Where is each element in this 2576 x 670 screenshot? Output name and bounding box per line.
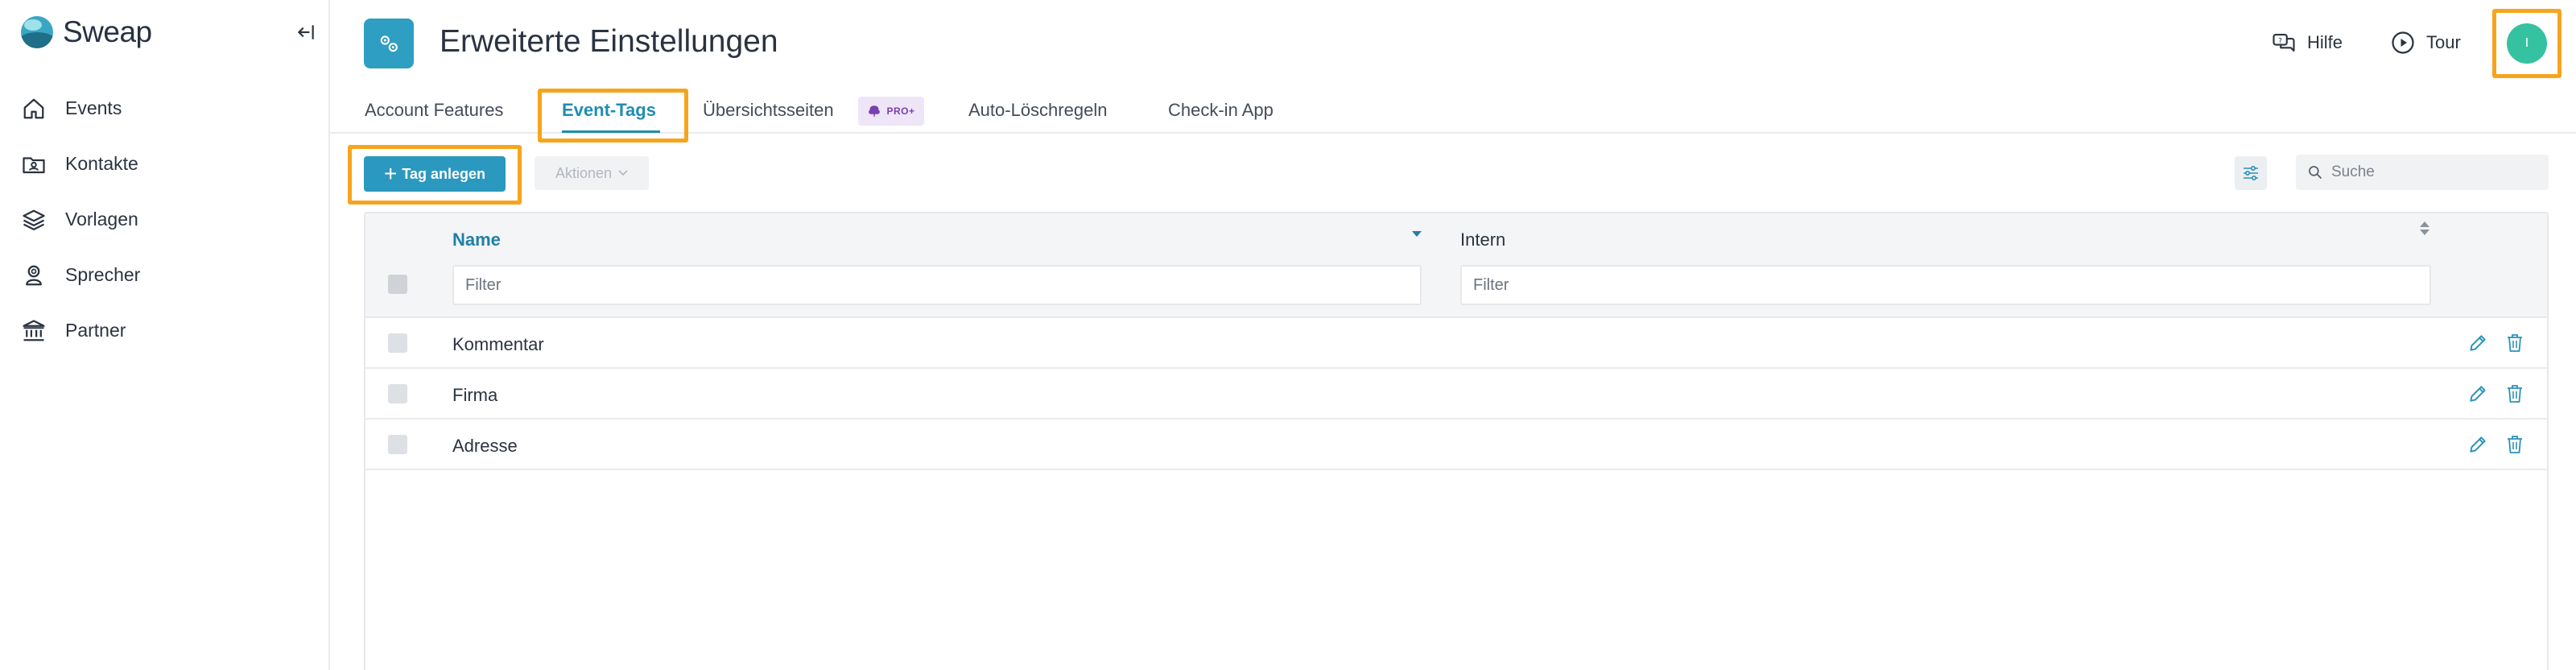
delete-icon[interactable]	[2504, 383, 2526, 405]
edit-icon[interactable]	[2467, 332, 2489, 354]
layers-icon	[21, 207, 47, 233]
contacts-icon	[21, 151, 47, 177]
row-name: Adresse	[452, 436, 518, 456]
sidebar-item-label: Events	[65, 97, 122, 118]
svg-text:?: ?	[2278, 37, 2282, 45]
plus-icon: +	[383, 161, 398, 186]
tab-highlight-frame	[538, 89, 688, 143]
sidebar-item-events[interactable]: Events	[21, 81, 140, 136]
sidebar-item-vorlagen[interactable]: Vorlagen	[21, 192, 140, 247]
sidebar-nav: Events Kontakte Vorlagen Sprecher Partne…	[21, 81, 140, 358]
tab-account-features[interactable]: Account Features	[365, 100, 503, 121]
tab-uebersichtsseiten[interactable]: Übersichtsseiten	[703, 100, 834, 121]
brand-name: Sweap	[63, 15, 152, 48]
tab-auto-loeschregeln[interactable]: Auto-Löschregeln	[968, 100, 1107, 121]
sort-icon[interactable]	[2420, 221, 2429, 235]
settings-gears-icon	[364, 19, 414, 68]
row-name: Kommentar	[452, 334, 544, 354]
tab-check-in-app[interactable]: Check-in App	[1168, 100, 1274, 121]
table-row: Adresse	[365, 420, 2547, 470]
sidebar-item-label: Vorlagen	[65, 209, 138, 230]
sort-desc-icon[interactable]	[1412, 231, 1422, 237]
table-row: Firma	[365, 369, 2547, 420]
sidebar-item-kontakte[interactable]: Kontakte	[21, 136, 140, 192]
speaker-icon	[21, 263, 47, 288]
search-input[interactable]	[2331, 163, 2541, 181]
avatar[interactable]: I	[2507, 23, 2547, 64]
sidebar-item-partner[interactable]: Partner	[21, 303, 140, 358]
actions-dropdown[interactable]: Aktionen	[535, 156, 649, 190]
tour-button[interactable]: Tour	[2391, 29, 2461, 56]
sidebar: Sweap Events Kontakte Vorlagen Sprecher …	[0, 0, 330, 670]
table-header: Name Intern	[365, 213, 2547, 318]
row-checkbox[interactable]	[388, 333, 407, 353]
page-title: Erweiterte Einstellungen	[440, 24, 778, 59]
tour-label: Tour	[2426, 32, 2461, 52]
play-circle-icon	[2392, 31, 2414, 54]
column-settings-button[interactable]	[2235, 156, 2267, 190]
help-label: Hilfe	[2307, 32, 2343, 52]
column-header-name[interactable]: Name	[452, 230, 501, 250]
sweap-logo-icon	[21, 16, 53, 48]
help-button[interactable]: ? Hilfe	[2272, 29, 2343, 56]
row-checkbox[interactable]	[388, 384, 407, 403]
pro-badge: PRO+	[858, 97, 924, 126]
sidebar-item-label: Kontakte	[65, 153, 138, 174]
chevron-down-icon	[618, 170, 628, 176]
tree-icon	[869, 105, 881, 117]
brand[interactable]: Sweap	[21, 15, 152, 48]
edit-icon[interactable]	[2467, 383, 2489, 405]
add-tag-button[interactable]: + Tag anlegen	[364, 156, 506, 192]
table-row: Kommentar	[365, 318, 2547, 369]
column-header-intern[interactable]: Intern	[1460, 230, 1505, 250]
filter-intern-input[interactable]	[1460, 265, 2431, 305]
actions-label: Aktionen	[555, 164, 613, 181]
sidebar-item-label: Partner	[65, 320, 126, 341]
bank-icon	[21, 318, 47, 344]
sliders-icon	[2244, 165, 2258, 181]
event-tags-table: Name Intern Kommentar Firma Adresse	[364, 212, 2549, 670]
collapse-left-icon	[297, 25, 314, 39]
add-tag-label: Tag anlegen	[402, 165, 486, 182]
delete-icon[interactable]	[2504, 332, 2526, 354]
sidebar-item-sprecher[interactable]: Sprecher	[21, 247, 140, 303]
search-icon	[2309, 166, 2322, 180]
filter-name-input[interactable]	[452, 265, 1422, 305]
edit-icon[interactable]	[2467, 433, 2489, 456]
sidebar-item-label: Sprecher	[65, 264, 141, 285]
delete-icon[interactable]	[2504, 433, 2526, 456]
avatar-highlight: I	[2492, 9, 2562, 78]
search-box	[2296, 155, 2549, 190]
chat-help-icon: ?	[2273, 33, 2295, 52]
home-icon	[21, 96, 47, 122]
select-all-checkbox[interactable]	[388, 275, 407, 294]
row-name: Firma	[452, 385, 498, 405]
row-checkbox[interactable]	[388, 435, 407, 454]
collapse-sidebar-button[interactable]	[291, 18, 320, 47]
pro-badge-label: PRO+	[886, 105, 915, 117]
